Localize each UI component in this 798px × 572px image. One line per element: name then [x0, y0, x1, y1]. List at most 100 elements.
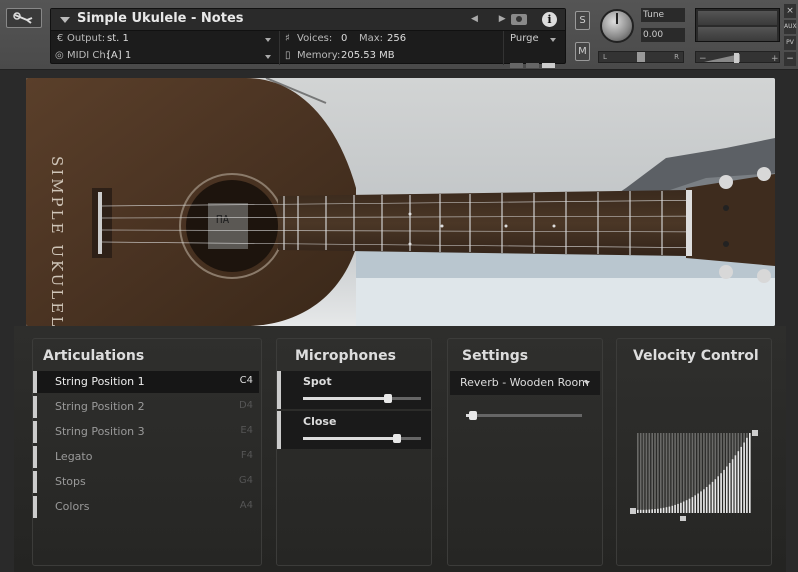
- collapse-icon[interactable]: [60, 17, 70, 23]
- pan-slider[interactable]: L R: [598, 51, 684, 63]
- articulation-label: Stops: [55, 475, 86, 488]
- settings-panel: Settings Reverb - Wooden Room: [447, 338, 603, 566]
- purge-indicators: [510, 53, 558, 72]
- wrench-icon[interactable]: [6, 8, 42, 28]
- pan-thumb[interactable]: [637, 52, 645, 62]
- velocity-bar: [685, 500, 688, 513]
- velocity-bar: [746, 437, 748, 513]
- articulation-key: G4: [238, 475, 253, 486]
- velocity-bar: [660, 508, 662, 513]
- output-dropdown-icon[interactable]: [265, 38, 271, 42]
- midi-icon: ◎: [55, 50, 64, 61]
- mic-slider-fill: [303, 437, 397, 440]
- velocity-curve-editor[interactable]: [625, 421, 765, 521]
- solo-button[interactable]: S: [575, 11, 590, 30]
- mic-level-slider[interactable]: [303, 394, 421, 403]
- aux-button[interactable]: AUX: [784, 20, 797, 34]
- close-button[interactable]: ×: [784, 4, 796, 18]
- mic-level-slider[interactable]: [303, 434, 421, 443]
- mic-slider-fill: [303, 397, 388, 400]
- mic-slider-thumb[interactable]: [384, 394, 392, 403]
- velocity-bar: [740, 446, 742, 513]
- articulations-panel: Articulations String Position 1 C4 String …: [32, 338, 262, 566]
- velocity-bar: [726, 466, 728, 513]
- articulation-key: F4: [240, 450, 253, 461]
- max-label: Max:: [359, 33, 384, 44]
- reverb-slider-thumb[interactable]: [469, 411, 477, 420]
- info-icon[interactable]: i: [542, 12, 557, 27]
- articulation-item[interactable]: String Position 3 E4: [33, 421, 259, 443]
- articulation-indicator: [33, 396, 37, 418]
- velocity-bar: [671, 505, 674, 513]
- velocity-start-handle[interactable]: [630, 508, 636, 514]
- instrument-header: Simple Ukulele - Notes ◀ ▶ i € Output: s…: [0, 0, 798, 70]
- articulation-key: D4: [238, 400, 253, 411]
- articulation-indicator: [33, 421, 37, 443]
- purge-dropdown-icon[interactable]: [550, 38, 556, 42]
- velocity-bar: [657, 508, 659, 513]
- mute-button[interactable]: M: [575, 42, 590, 61]
- velocity-bar: [700, 491, 702, 513]
- velocity-bar: [743, 442, 745, 513]
- velocity-curve-handle[interactable]: [680, 516, 686, 521]
- reverb-amount-slider[interactable]: [466, 411, 582, 420]
- memory-row: ▯ Memory: 205.53 MB: [283, 48, 503, 65]
- articulation-label: String Position 2: [55, 400, 145, 413]
- velocity-bar: [654, 509, 656, 513]
- articulation-item[interactable]: Colors A4: [33, 496, 259, 518]
- midi-row[interactable]: ◎ MIDI Ch: [A] 1: [51, 48, 277, 65]
- velocity-bar: [682, 501, 685, 513]
- velocity-bar-track: [665, 433, 668, 513]
- articulation-item[interactable]: Legato F4: [33, 446, 259, 468]
- instrument-nav-arrows[interactable]: ◀ ▶: [471, 14, 515, 24]
- velocity-bar-track: [639, 433, 642, 513]
- volume-slider[interactable]: − +: [695, 51, 780, 64]
- articulation-item[interactable]: String Position 2 D4: [33, 396, 259, 418]
- velocity-bar: [637, 509, 639, 513]
- velocity-bar: [734, 455, 737, 513]
- velocity-bar: [662, 507, 665, 513]
- output-row[interactable]: € Output: st. 1: [51, 31, 277, 48]
- velocity-bar: [749, 433, 751, 513]
- max-value[interactable]: 256: [387, 33, 406, 44]
- pv-button[interactable]: PV: [784, 36, 796, 50]
- articulation-indicator: [33, 371, 37, 393]
- velocity-bar: [694, 495, 696, 513]
- pan-left-label: L: [603, 53, 607, 61]
- purge-button[interactable]: Purge: [510, 33, 539, 44]
- velocity-bar: [651, 509, 653, 513]
- microphones-panel: Microphones Spot Close: [276, 338, 432, 566]
- velocity-bar: [711, 481, 714, 513]
- articulation-item[interactable]: Stops G4: [33, 471, 259, 493]
- velocity-bar: [728, 463, 731, 513]
- velocity-bar-track: [660, 433, 662, 513]
- articulation-key: E4: [240, 425, 253, 436]
- ukulele-illustration: ПА SIMPLE UKULELE: [26, 78, 775, 326]
- midi-label: MIDI Ch:: [67, 50, 110, 61]
- tune-knob[interactable]: [600, 9, 634, 43]
- side-buttons: × AUX PV −: [784, 4, 797, 68]
- velocity-bar: [723, 469, 725, 513]
- midi-dropdown-icon[interactable]: [265, 55, 271, 59]
- mic-slider-thumb[interactable]: [393, 434, 401, 443]
- velocity-bar: [665, 507, 668, 513]
- articulation-item[interactable]: String Position 1 C4: [33, 371, 259, 393]
- velocity-bar: [697, 493, 699, 513]
- velocity-bar: [708, 484, 711, 513]
- minimize-button[interactable]: −: [784, 52, 796, 66]
- velocity-bar-track: [637, 433, 639, 513]
- camera-icon[interactable]: [511, 14, 527, 25]
- tune-value[interactable]: 0.00: [641, 28, 685, 42]
- velocity-bar: [642, 509, 645, 513]
- velocity-bar-track: [657, 433, 659, 513]
- velocity-end-handle[interactable]: [752, 430, 758, 436]
- instrument-title[interactable]: Simple Ukulele - Notes: [77, 11, 244, 26]
- voices-icon: ♯: [285, 33, 290, 44]
- velocity-bar-track: [682, 433, 685, 513]
- voices-row: ♯ Voices: 0 Max: 256: [283, 31, 503, 48]
- articulation-label: Legato: [55, 450, 93, 463]
- divider: [503, 31, 504, 65]
- svg-text:+: +: [771, 54, 779, 64]
- svg-text:−: −: [699, 54, 707, 64]
- reverb-dropdown[interactable]: Reverb - Wooden Room: [450, 371, 600, 395]
